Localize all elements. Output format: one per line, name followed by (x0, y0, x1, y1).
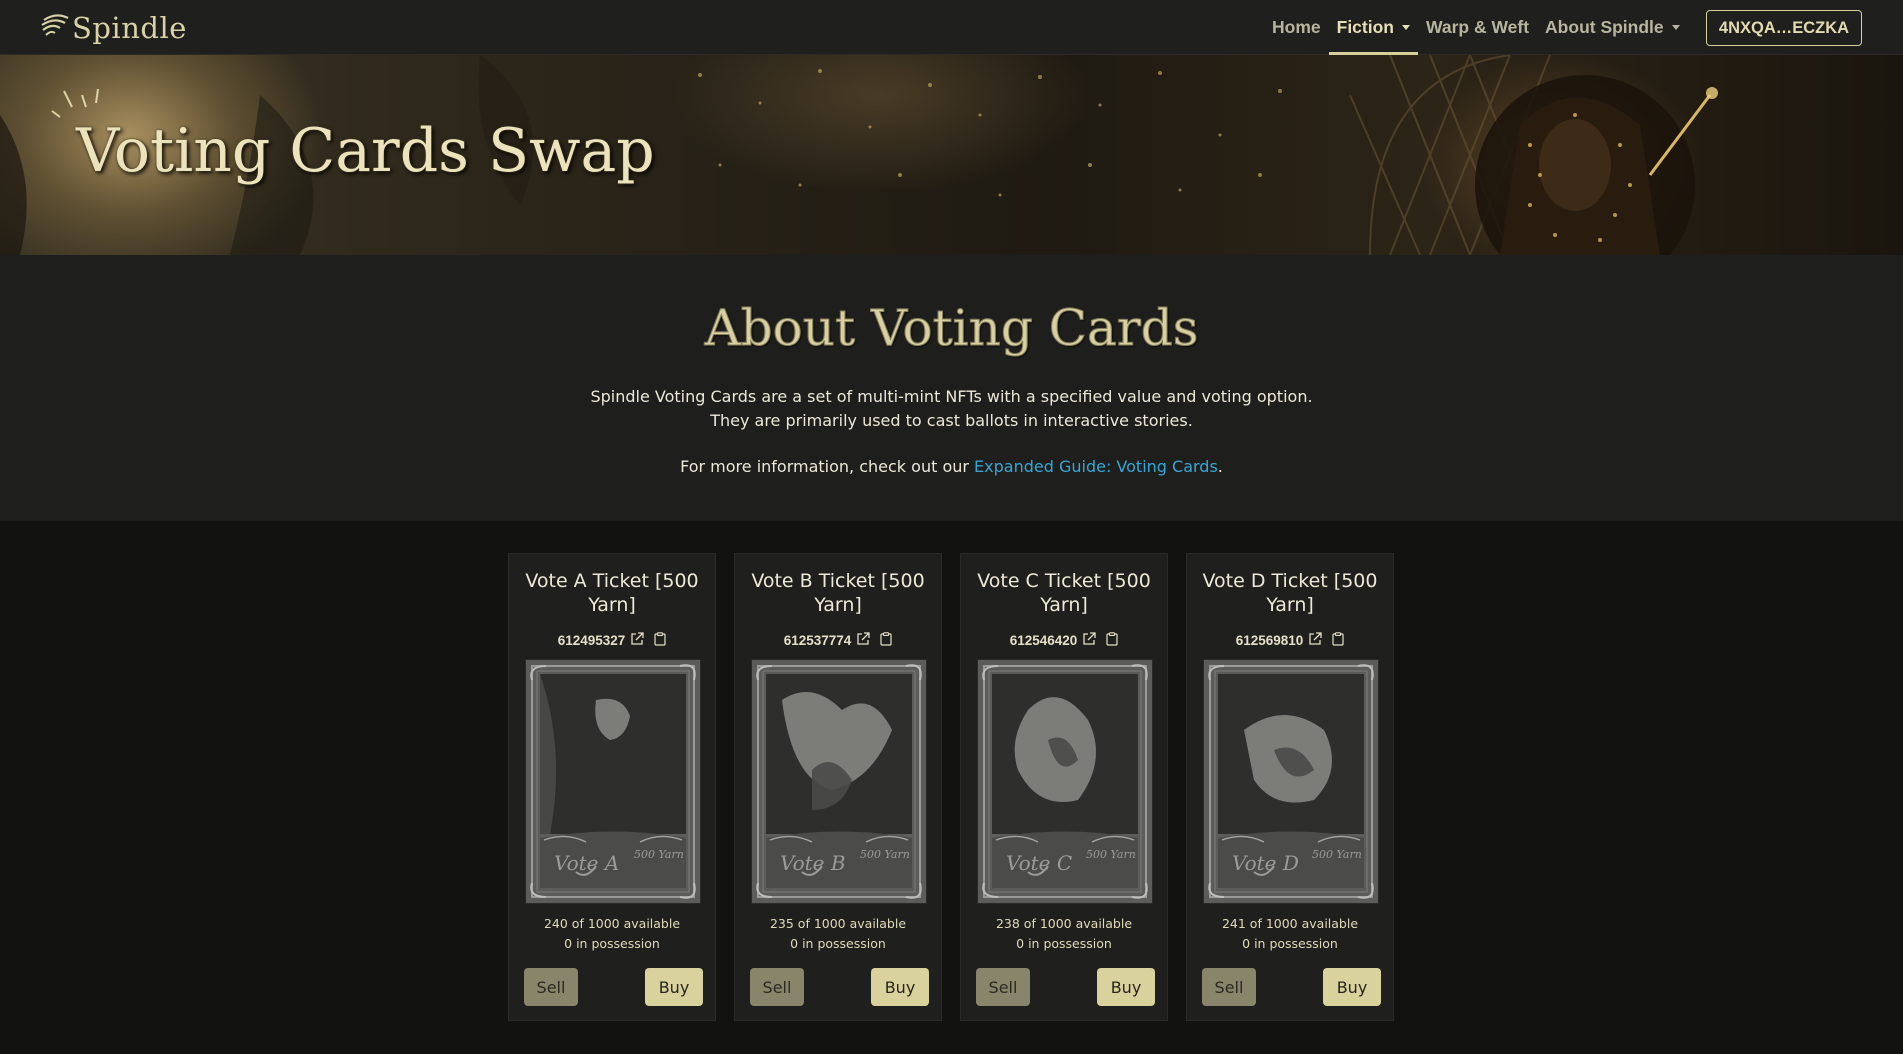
card-artwork: Vote C 500 Yarn (977, 659, 1153, 904)
nav-about-label: About Spindle (1545, 17, 1664, 37)
about-more-prefix: For more information, check out our (680, 457, 975, 476)
card-title: Vote A Ticket [500 Yarn] (525, 570, 699, 616)
card-asset-id-row: 612537774 (735, 631, 941, 649)
nav-home-label: Home (1272, 17, 1321, 37)
clipboard-icon[interactable] (1106, 631, 1118, 649)
card-asset-id-row: 612495327 (509, 631, 715, 649)
buy-button[interactable]: Buy (1097, 968, 1155, 1006)
spindle-logo-icon (41, 14, 69, 36)
external-link-icon[interactable] (630, 631, 644, 649)
nav-warp-weft[interactable]: Warp & Weft (1418, 0, 1537, 55)
card-stats: 235 of 1000 available 0 in possession (735, 914, 941, 954)
card-available-count: 235 of 1000 available (769, 916, 907, 931)
nav-about-dropdown[interactable]: About Spindle (1537, 0, 1688, 55)
card-art-value: 500 Yarn (1086, 848, 1136, 861)
card-artwork: Vote A 500 Yarn (525, 659, 701, 904)
top-navbar: Spindle Home Fiction Warp & Weft About S… (0, 0, 1903, 55)
about-section: About Voting Cards Spindle Voting Cards … (0, 255, 1903, 521)
nav-home[interactable]: Home (1264, 0, 1329, 55)
card-artwork: Vote D 500 Yarn (1203, 659, 1379, 904)
clipboard-icon[interactable] (880, 631, 892, 649)
wallet-address: 4NXQA…ECZKA (1718, 18, 1850, 37)
banner-title: Voting Cards Swap (76, 116, 655, 186)
card-title: Vote C Ticket [500 Yarn] (977, 570, 1151, 616)
nav-fiction-label: Fiction (1336, 17, 1394, 37)
wallet-button[interactable]: 4NXQA…ECZKA (1706, 10, 1862, 46)
external-link-icon[interactable] (856, 631, 870, 649)
card-art-label: Vote B (780, 851, 846, 875)
card-art-label: Vote D (1232, 851, 1299, 875)
brand-logo[interactable]: Spindle (38, 8, 187, 48)
buy-button[interactable]: Buy (871, 968, 929, 1006)
card-possession-count: 0 in possession (1242, 936, 1338, 951)
voting-card: Vote D Ticket [500 Yarn] 612569810 Vote … (1186, 553, 1394, 1021)
card-available-count: 240 of 1000 available (543, 916, 681, 931)
card-asset-id: 612569810 (1235, 632, 1304, 648)
about-more-info: For more information, check out our Expa… (0, 457, 1903, 476)
voting-card: Vote B Ticket [500 Yarn] 612537774 Vote … (734, 553, 942, 1021)
card-art-label: Vote A (554, 851, 619, 875)
card-art-value: 500 Yarn (860, 848, 910, 861)
chevron-down-icon (1401, 25, 1410, 30)
about-heading: About Voting Cards (704, 299, 1199, 358)
chevron-down-icon (1671, 25, 1680, 30)
clipboard-icon[interactable] (1332, 631, 1344, 649)
card-title: Vote D Ticket [500 Yarn] (1202, 570, 1378, 616)
external-link-icon[interactable] (1082, 631, 1096, 649)
sell-button[interactable]: Sell (524, 968, 578, 1006)
card-art-label: Vote C (1006, 851, 1072, 875)
card-asset-id-row: 612546420 (961, 631, 1167, 649)
hero-banner: Voting Cards Swap (0, 55, 1903, 255)
card-asset-id: 612495327 (557, 632, 626, 648)
brand-name: Spindle (72, 11, 187, 45)
card-possession-count: 0 in possession (1016, 936, 1112, 951)
card-asset-id: 612537774 (783, 632, 852, 648)
card-stats: 241 of 1000 available 0 in possession (1187, 914, 1393, 954)
card-stats: 240 of 1000 available 0 in possession (509, 914, 715, 954)
card-available-count: 238 of 1000 available (995, 916, 1133, 931)
card-artwork: Vote B 500 Yarn (751, 659, 927, 904)
voting-card: Vote C Ticket [500 Yarn] 612546420 Vote … (960, 553, 1168, 1021)
card-stats: 238 of 1000 available 0 in possession (961, 914, 1167, 954)
clipboard-icon[interactable] (654, 631, 666, 649)
voting-card: Vote A Ticket [500 Yarn] 612495327 Vote … (508, 553, 716, 1021)
expanded-guide-link[interactable]: Expanded Guide: Voting Cards (974, 457, 1218, 476)
sell-button[interactable]: Sell (750, 968, 804, 1006)
nav-warp-weft-label: Warp & Weft (1425, 17, 1530, 37)
buy-button[interactable]: Buy (1323, 968, 1381, 1006)
card-possession-count: 0 in possession (790, 936, 886, 951)
sell-button[interactable]: Sell (1202, 968, 1256, 1006)
card-asset-id-row: 612569810 (1187, 631, 1393, 649)
card-possession-count: 0 in possession (564, 936, 660, 951)
nav-links: Home Fiction Warp & Weft About Spindle (1264, 0, 1688, 55)
card-asset-id: 612546420 (1009, 632, 1078, 648)
card-title: Vote B Ticket [500 Yarn] (751, 570, 925, 616)
external-link-icon[interactable] (1308, 631, 1322, 649)
about-more-suffix: . (1217, 457, 1223, 476)
card-available-count: 241 of 1000 available (1221, 916, 1359, 931)
sell-button[interactable]: Sell (976, 968, 1030, 1006)
buy-button[interactable]: Buy (645, 968, 703, 1006)
nav-fiction-dropdown[interactable]: Fiction (1328, 0, 1418, 55)
about-description: Spindle Voting Cards are a set of multi-… (590, 387, 1313, 430)
card-art-value: 500 Yarn (634, 848, 684, 861)
card-art-value: 500 Yarn (1312, 848, 1362, 861)
